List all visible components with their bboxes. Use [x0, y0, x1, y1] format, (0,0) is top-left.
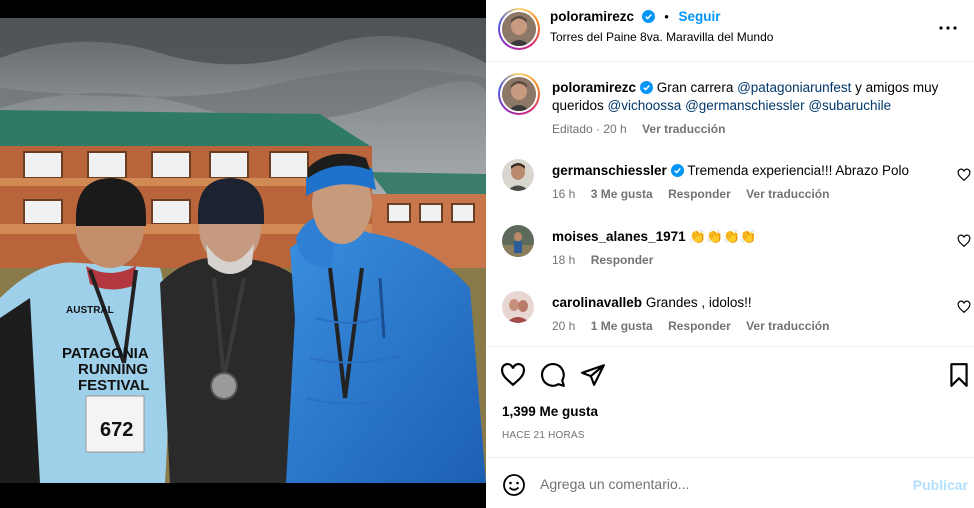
mention-vichoossa[interactable]: @vichoossa	[608, 98, 682, 113]
avatar-image	[502, 159, 534, 191]
avatar-image	[502, 12, 536, 46]
post-panel: poloramirezc • Seguir Torres del Paine 8…	[486, 0, 974, 508]
svg-text:672: 672	[100, 419, 133, 441]
translate-link[interactable]: Ver traducción	[746, 319, 829, 333]
comment-meta: 20 h 1 Me gusta Responder Ver traducción	[552, 319, 841, 333]
comment-text: carolinavalleb Grandes , idolos!!	[552, 294, 952, 312]
comment-meta: 18 h Responder	[552, 253, 665, 267]
svg-text:RUNNING: RUNNING	[78, 361, 148, 378]
post-actions: 1,399 Me gusta HACE 21 HORAS	[486, 348, 974, 458]
comment-time: 18 h	[552, 253, 576, 267]
translate-link[interactable]: Ver traducción	[746, 187, 829, 201]
comment-likes[interactable]: 3 Me gusta	[591, 187, 653, 201]
save-bookmark-icon[interactable]	[946, 362, 972, 388]
svg-text:PATAGONIA: PATAGONIA	[62, 345, 149, 362]
more-options-icon[interactable]	[936, 16, 960, 40]
commenter-avatar[interactable]	[502, 225, 534, 257]
comment-time: 16 h	[552, 187, 576, 201]
commenter-avatar[interactable]	[502, 159, 534, 191]
header-line: poloramirezc • Seguir	[550, 9, 720, 24]
comment-heart-icon[interactable]	[957, 300, 971, 314]
comment-heart-icon[interactable]	[957, 234, 971, 248]
verified-badge-icon	[670, 164, 684, 177]
mention-germanschiessler[interactable]: @germanschiessler	[685, 98, 805, 113]
mention-subaruchile[interactable]: @subaruchile	[808, 98, 891, 113]
comment-username[interactable]: moises_alanes_1971	[552, 229, 686, 244]
caption-avatar[interactable]	[498, 73, 540, 115]
emoji-icon[interactable]	[502, 473, 526, 497]
comment-body: Tremenda experiencia!!! Abrazo Polo	[687, 163, 909, 178]
comment-meta: 16 h 3 Me gusta Responder Ver traducción	[552, 187, 841, 201]
comment-text: moises_alanes_1971 👏👏👏👏	[552, 228, 952, 246]
author-username[interactable]: poloramirezc	[550, 9, 634, 24]
caption-username[interactable]: poloramirezc	[552, 80, 636, 95]
comment-heart-icon[interactable]	[957, 168, 971, 182]
comment-time: 20 h	[552, 319, 576, 333]
comment-body: 👏👏👏👏	[689, 229, 757, 244]
avatar-image	[502, 77, 536, 111]
post-header: poloramirezc • Seguir Torres del Paine 8…	[486, 0, 974, 62]
likes-count[interactable]: 1,399 Me gusta	[502, 404, 598, 419]
comment-composer: Publicar	[486, 459, 974, 508]
post-media: PATAGONIA RUNNING FESTIVAL AUSTRAL 672	[0, 0, 486, 508]
publish-button[interactable]: Publicar	[913, 477, 968, 493]
caption-translate-link[interactable]: Ver traducción	[642, 122, 725, 136]
caption-text-1: Gran carrera	[656, 80, 738, 95]
svg-text:FESTIVAL: FESTIVAL	[78, 377, 149, 394]
reply-button[interactable]: Responder	[668, 319, 731, 333]
separator-dot: •	[664, 9, 669, 24]
photo-illustration: PATAGONIA RUNNING FESTIVAL AUSTRAL 672	[0, 18, 486, 483]
reply-button[interactable]: Responder	[668, 187, 731, 201]
comment-likes[interactable]: 1 Me gusta	[591, 319, 653, 333]
comment-text: germanschiessler Tremenda experiencia!!!…	[552, 162, 952, 180]
comment-body: Grandes , idolos!!	[645, 295, 752, 310]
verified-badge-icon	[640, 81, 654, 94]
comment-input[interactable]	[540, 471, 900, 497]
comments-section: poloramirezc Gran carrera @patagoniarunf…	[486, 63, 974, 347]
reply-button[interactable]: Responder	[591, 253, 654, 267]
commenter-avatar[interactable]	[502, 291, 534, 323]
post-location[interactable]: Torres del Paine 8va. Maravilla del Mund…	[550, 30, 773, 44]
caption-text: poloramirezc Gran carrera @patagoniarunf…	[552, 79, 952, 115]
svg-text:AUSTRAL: AUSTRAL	[66, 305, 114, 316]
follow-button[interactable]: Seguir	[678, 9, 720, 24]
like-heart-icon[interactable]	[500, 362, 526, 388]
caption-edited: Editado · 20 h	[552, 122, 627, 136]
verified-badge-icon	[641, 10, 655, 23]
comment-username[interactable]: germanschiessler	[552, 163, 667, 178]
share-paper-plane-icon[interactable]	[580, 362, 606, 388]
comment-username[interactable]: carolinavalleb	[552, 295, 642, 310]
mention-patagoniarunfest[interactable]: @patagoniarunfest	[737, 80, 851, 95]
post-timestamp: HACE 21 HORAS	[502, 430, 585, 441]
author-avatar[interactable]	[498, 8, 540, 50]
caption-meta: Editado · 20 h Ver traducción	[552, 122, 737, 136]
post-photo[interactable]: PATAGONIA RUNNING FESTIVAL AUSTRAL 672	[0, 18, 486, 483]
avatar-image	[502, 291, 534, 323]
comment-bubble-icon[interactable]	[540, 362, 566, 388]
avatar-image	[502, 225, 534, 257]
